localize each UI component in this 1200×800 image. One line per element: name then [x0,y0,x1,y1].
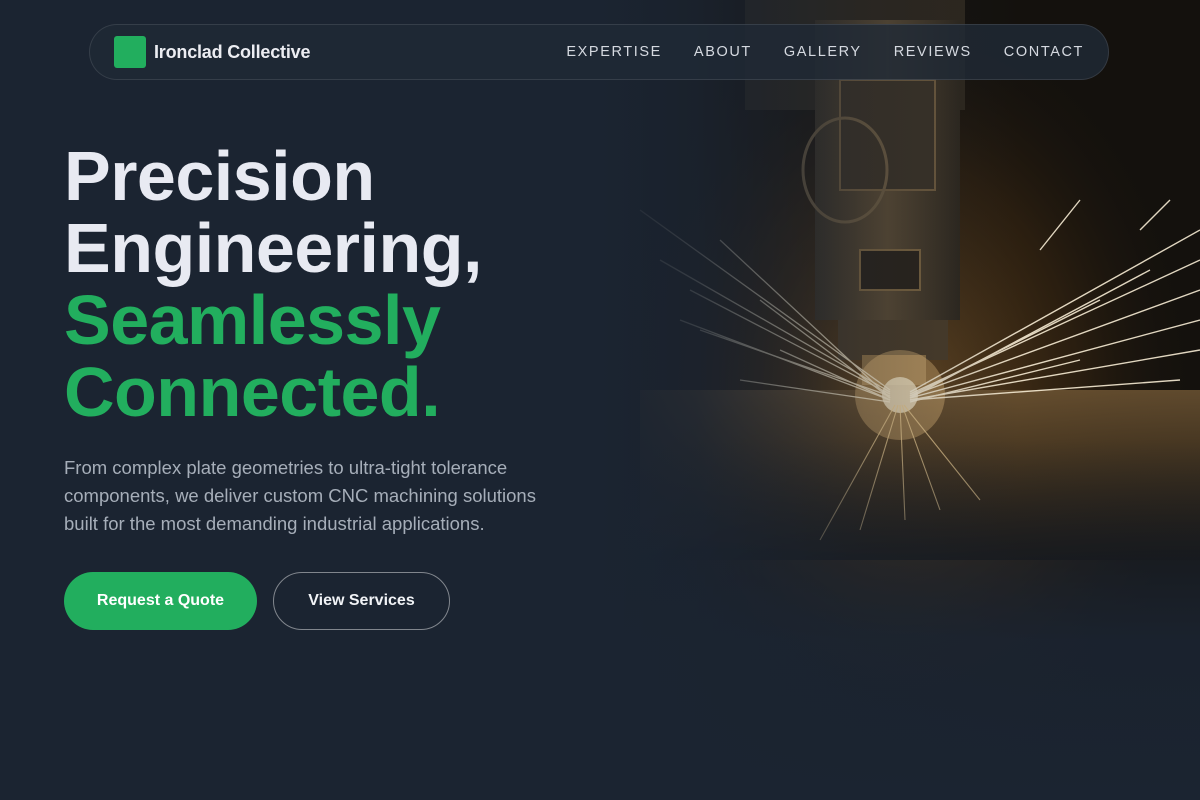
headline-line-2: Engineering, [64,209,482,287]
hero-headline: Precision Engineering, Seamlessly Connec… [64,140,584,428]
hero-section: Precision Engineering, Seamlessly Connec… [64,140,584,630]
headline-accent-line-1: Seamlessly [64,281,441,359]
nav-link-gallery[interactable]: GALLERY [784,44,862,60]
nav-link-contact[interactable]: CONTACT [1004,44,1084,60]
headline-line-1: Precision [64,137,375,215]
navbar: Ironclad Collective EXPERTISE ABOUT GALL… [89,24,1109,80]
hero-description: From complex plate geometries to ultra-t… [64,457,536,534]
nav-link-expertise[interactable]: EXPERTISE [566,44,662,60]
square-logo-icon [114,36,146,68]
brand-logo-link[interactable]: Ironclad Collective [114,36,310,68]
nav-link-reviews[interactable]: REVIEWS [894,44,972,60]
hero-actions: Request a Quote View Services [64,572,584,630]
nav-links: EXPERTISE ABOUT GALLERY REVIEWS CONTACT [566,44,1084,60]
request-quote-button[interactable]: Request a Quote [64,572,257,630]
view-services-button[interactable]: View Services [273,572,450,630]
brand-name: Ironclad Collective [154,41,311,62]
headline-accent-line-2: Connected. [64,353,441,431]
nav-link-about[interactable]: ABOUT [694,44,752,60]
